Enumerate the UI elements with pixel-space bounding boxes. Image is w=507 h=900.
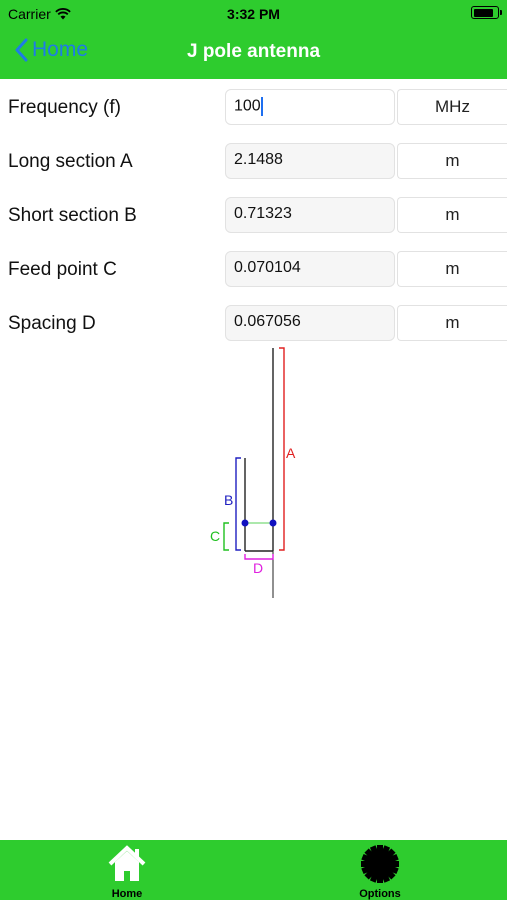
gear-icon <box>361 845 399 883</box>
dimension-c-label: C <box>210 528 220 544</box>
page-title: J pole antenna <box>186 41 321 62</box>
spacing-d-field[interactable]: 0.067056 <box>225 305 395 341</box>
battery-icon <box>471 6 502 19</box>
row-short-section-b: Short section B 0.71323 m <box>0 189 507 241</box>
tab-bar: Home Options <box>0 840 507 900</box>
row-long-section-a: Long section A 2.1488 m <box>0 135 507 187</box>
frequency-input[interactable]: 100 <box>225 89 395 125</box>
home-icon <box>108 845 146 881</box>
frequency-label: Frequency (f) <box>8 97 121 118</box>
spacing-d-label: Spacing D <box>8 313 96 334</box>
row-frequency: Frequency (f) 100 MHz <box>0 81 507 133</box>
feed-point-c-label: Feed point C <box>8 259 117 280</box>
long-section-a-label: Long section A <box>8 151 133 172</box>
feed-point-c-unit-selector[interactable]: m <box>397 251 507 287</box>
row-feed-point-c: Feed point C 0.070104 m <box>0 243 507 295</box>
tab-options-label: Options <box>359 888 401 900</box>
long-section-a-field[interactable]: 2.1488 <box>225 143 395 179</box>
row-spacing-d: Spacing D 0.067056 m <box>0 297 507 349</box>
dimension-b <box>235 457 241 551</box>
dimension-d <box>244 554 274 560</box>
status-time: 3:32 PM <box>227 6 280 22</box>
dimension-d-label: D <box>253 560 263 576</box>
dimension-b-label: B <box>224 492 233 508</box>
long-section-a-unit-selector[interactable]: m <box>397 143 507 179</box>
short-section-b-label: Short section B <box>8 205 137 226</box>
text-caret <box>260 97 263 116</box>
spacing-d-unit-selector[interactable]: m <box>397 305 507 341</box>
feed-point-c-field[interactable]: 0.070104 <box>225 251 395 287</box>
dimension-a-label: A <box>286 445 296 461</box>
feed-point-dot-right <box>269 519 277 527</box>
navigation-bar: Home J pole antenna <box>0 28 507 79</box>
tab-home[interactable]: Home <box>72 844 182 900</box>
short-section-b-unit-selector[interactable]: m <box>397 197 507 233</box>
tab-options[interactable]: Options <box>325 844 435 900</box>
frequency-value: 100 <box>234 97 261 115</box>
dimension-a <box>279 347 285 551</box>
battery-level <box>473 8 493 17</box>
j-pole-diagram: A B C D <box>210 347 296 598</box>
tab-home-label: Home <box>111 888 143 900</box>
short-section-b-field[interactable]: 0.71323 <box>225 197 395 233</box>
feed-point-dot-left <box>241 519 249 527</box>
dimension-c <box>223 522 273 551</box>
frequency-unit-selector[interactable]: MHz <box>397 89 507 125</box>
status-bar: Carrier 3:32 PM <box>0 0 507 28</box>
